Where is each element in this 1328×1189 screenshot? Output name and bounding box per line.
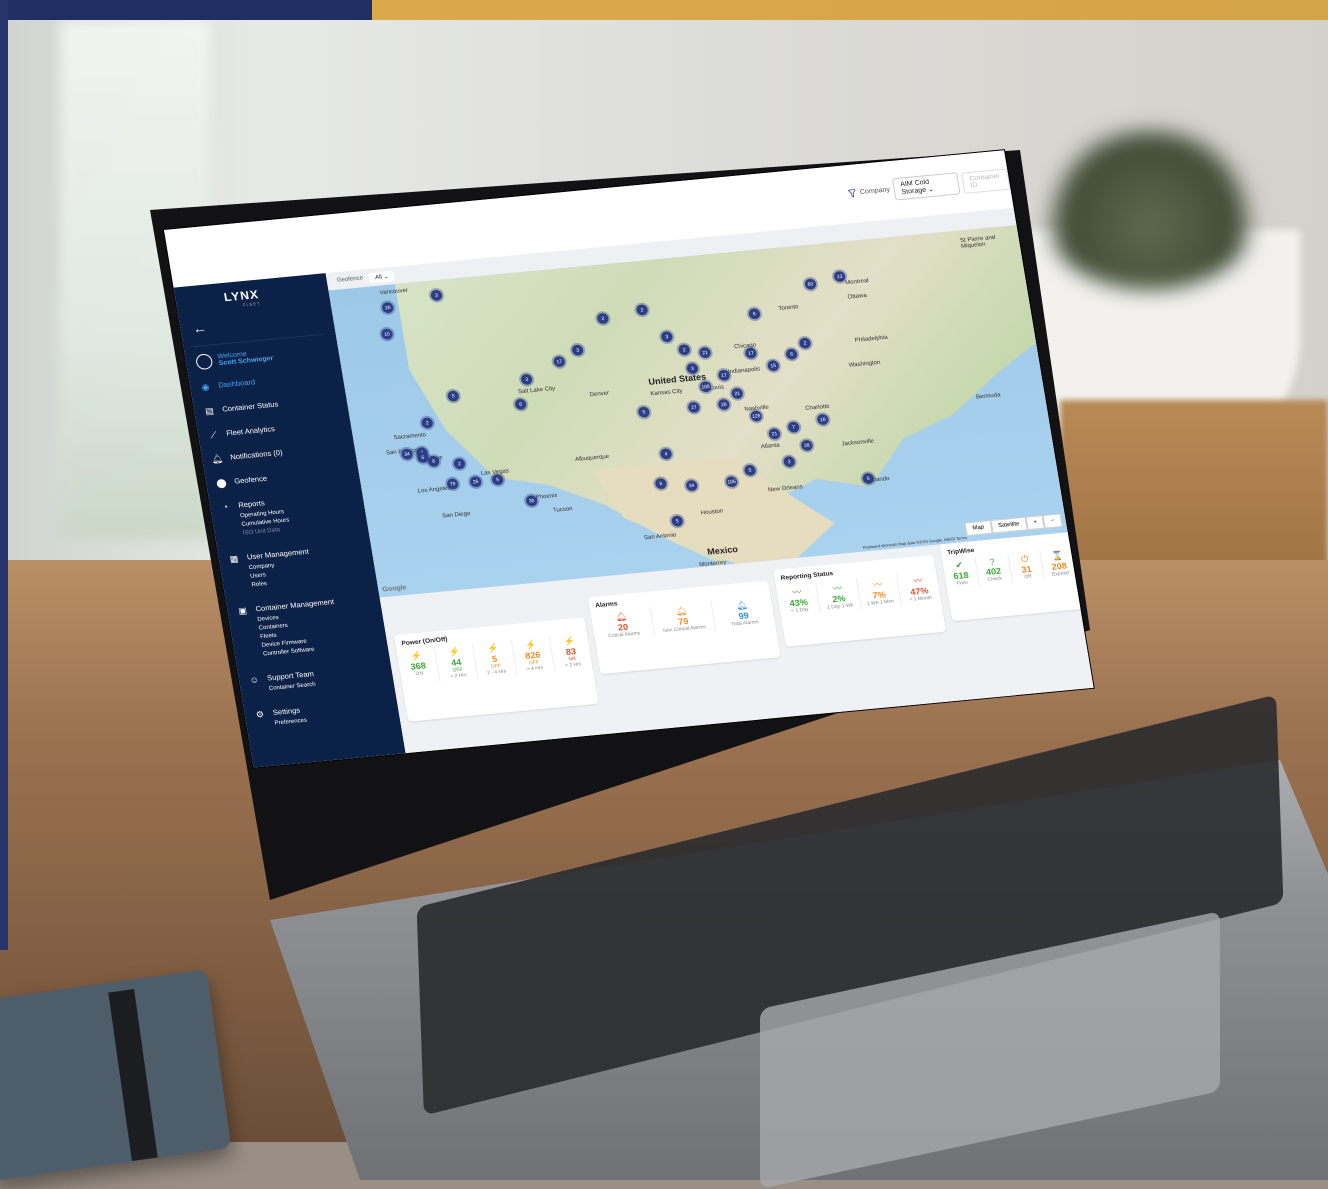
pin-icon: ⬤: [215, 477, 228, 488]
google-logo: Google: [381, 584, 408, 594]
pie-icon: ◔: [221, 501, 229, 513]
power-stat[interactable]: ⚡ 5 OFF 2 - 4 Hrs: [473, 639, 518, 679]
power-stat[interactable]: ⚡ 368 ON: [396, 647, 441, 687]
laptop-screen: Company AIM Cold Storage ⌄ Container ID …: [164, 150, 1094, 768]
welcome-block: Welcome Scott Schwieger: [193, 333, 328, 371]
building-icon: ▦: [228, 553, 240, 564]
gear-icon: ⚙: [255, 708, 265, 720]
alarms-stat-icon: 🔔︎: [735, 599, 749, 611]
tripwise-stat[interactable]: ✔ 618 Pass: [942, 556, 980, 590]
alarms-stat[interactable]: 🔔︎ 79 Non Critical Alarms: [650, 601, 717, 637]
sidebar-item-dashboard[interactable]: ◉ Dashboard: [200, 369, 342, 392]
sidebar-item-notifications[interactable]: 🔔︎ Notifications (0): [210, 441, 354, 464]
dashboard-icon: ◉: [200, 381, 211, 392]
sub-preferences[interactable]: Preferences: [274, 717, 308, 729]
sub-container-search[interactable]: Container Search: [268, 681, 316, 694]
map-type-controls: Map Satellite + −: [964, 513, 1063, 537]
company-label: Company: [859, 186, 891, 197]
team-icon: ☺: [248, 674, 260, 686]
filter-icon: [848, 189, 857, 198]
reporting-card: Reporting Status 〰 43% < 1 Day 〰 2% 1 Day-1 W…: [773, 554, 947, 647]
power-stat-icon: ⚡: [486, 643, 500, 654]
map-button[interactable]: Map: [964, 520, 993, 537]
tripwise-stat-icon: ⌛: [1051, 550, 1064, 562]
stat-label-sub: > 2 Hrs: [564, 661, 582, 669]
container-icon: ▤: [204, 405, 215, 416]
map-cluster-marker[interactable]: 10: [380, 328, 394, 340]
power-stat-label: OFF < 2 Hrs: [439, 666, 478, 681]
background-plant: [1040, 130, 1260, 290]
logo[interactable]: LYNX FLEET: [223, 287, 261, 309]
sidebar-item-fleet-analytics[interactable]: ⟋ Fleet Analytics: [208, 417, 350, 440]
tripwise-stat[interactable]: ? 402 Check: [974, 553, 1013, 587]
power-stat-label: OFF 2 - 4 Hrs: [477, 662, 516, 677]
sidebar-item-user-management[interactable]: ▦ User Management Company Users Roles: [228, 541, 374, 592]
company-dropdown[interactable]: AIM Cold Storage ⌄: [892, 172, 961, 201]
sidebar-item-support-team[interactable]: ☺ Support Team Container Search: [248, 662, 391, 695]
map-cluster-marker[interactable]: 26: [381, 301, 395, 314]
user-avatar-icon[interactable]: [194, 353, 214, 371]
reporting-stat[interactable]: 〰 7% 1 Wk-1 Mon: [856, 573, 902, 610]
tripwise-stat[interactable]: ⏻ 31 Off: [1007, 550, 1046, 584]
map-cluster-marker[interactable]: 2: [453, 457, 466, 470]
power-card: Power (On/Off) ⚡ 368 ON ⚡ 44 OFF < 2 Hrs ⚡ 5 OFF 2…: [394, 617, 599, 722]
sidebar-item-container-management[interactable]: ▣ Container Management Devices Containers…: [237, 593, 386, 661]
satellite-button[interactable]: Satellite: [990, 516, 1028, 534]
power-stat-icon: ⚡: [409, 650, 423, 661]
alarms-stat[interactable]: 🔔︎ 99 Total Alarms: [711, 596, 775, 631]
reporting-stat-icon: 〰: [791, 586, 803, 598]
back-arrow-icon[interactable]: ←: [191, 320, 208, 337]
tripwise-card: TripWise ✔ 618 Pass? 402 Check ⏻ 31 Off ⌛ 208 Expi…: [939, 532, 1083, 622]
map-city-label: Los Angeles: [417, 485, 452, 495]
power-stat-label: NR > 2 Hrs: [553, 655, 592, 670]
map-cluster-marker[interactable]: 2: [420, 417, 434, 429]
container-id-input[interactable]: Container ID: [961, 167, 1011, 194]
tripwise-stat-icon: ⏻: [1020, 553, 1030, 564]
zoom-out-button[interactable]: −: [1042, 513, 1063, 529]
map-city-label: Phoenix: [535, 493, 558, 501]
power-stat[interactable]: ⚡ 826 OFF > 4 Hrs: [511, 636, 556, 676]
tripwise-stat-icon: ✔: [954, 559, 964, 571]
map-city-label: Tucson: [552, 506, 574, 514]
top-brand-band: [0, 0, 1328, 20]
bell-icon: 🔔︎: [210, 453, 224, 464]
map-cluster-marker[interactable]: 26: [469, 475, 483, 488]
reporting-stat[interactable]: 〰 47% > 1 Month: [897, 570, 942, 605]
reporting-stat-icon: 〰: [872, 579, 883, 590]
alarms-stat[interactable]: 🔔︎ 20 Critical Alarms: [590, 606, 656, 643]
left-brand-band: [0, 0, 8, 950]
reporting-stat[interactable]: 〰 43% < 1 Day: [775, 581, 822, 618]
map-city-label: San Diego: [441, 511, 471, 520]
stat-label-sub: > 4 Hrs: [526, 665, 544, 673]
sidebar-item-settings[interactable]: ⚙ Settings Preferences: [254, 697, 397, 730]
reporting-stat[interactable]: 〰 2% 1 Day-1 Wk: [816, 577, 862, 614]
reporting-stat-icon: 〰: [831, 583, 843, 594]
company-selector: Company AIM Cold Storage ⌄ Container ID: [847, 167, 1011, 204]
sub-roles[interactable]: Roles: [251, 580, 268, 590]
map-city-label: Bermuda: [975, 392, 1001, 401]
stat-label-sub: 2 - 4 Hrs: [486, 668, 507, 677]
power-stat-icon: ⚡: [524, 639, 538, 651]
zoom-in-button[interactable]: +: [1025, 515, 1046, 531]
geofence-label: Geofence: [336, 275, 364, 284]
analytics-icon: ⟋: [209, 429, 218, 440]
stat-label-sub: < 2 Hrs: [449, 672, 468, 680]
alarms-stat-icon: 🔔︎: [614, 611, 628, 622]
reporting-stat-icon: 〰: [912, 575, 923, 586]
device-icon: ▣: [237, 604, 248, 616]
power-stat[interactable]: ⚡ 83 NR > 2 Hrs: [549, 633, 592, 672]
power-stat[interactable]: ⚡ 44 OFF < 2 Hrs: [434, 643, 479, 683]
geofence-dropdown[interactable]: All ⌄: [368, 270, 396, 284]
sidebar-item-geofence[interactable]: ⬤ Geofence: [215, 465, 358, 488]
alarms-stat-icon: 🔔︎: [675, 605, 689, 617]
power-stat-label: OFF > 4 Hrs: [515, 658, 554, 673]
sidebar-item-container-status[interactable]: ▤ Container Status: [204, 393, 346, 416]
sidebar-item-reports[interactable]: ◔ Reports Operating Hours Cumulative Hour…: [220, 489, 366, 540]
map-city-label: Sacramento: [393, 432, 427, 442]
tripwise-stat-icon: ?: [988, 556, 996, 567]
power-stat-icon: ⚡: [562, 635, 576, 647]
power-stat-icon: ⚡: [448, 646, 461, 658]
alarms-card: Alarms 🔔︎ 20 Critical Alarms 🔔︎ 79 Non Critic…: [587, 580, 781, 675]
